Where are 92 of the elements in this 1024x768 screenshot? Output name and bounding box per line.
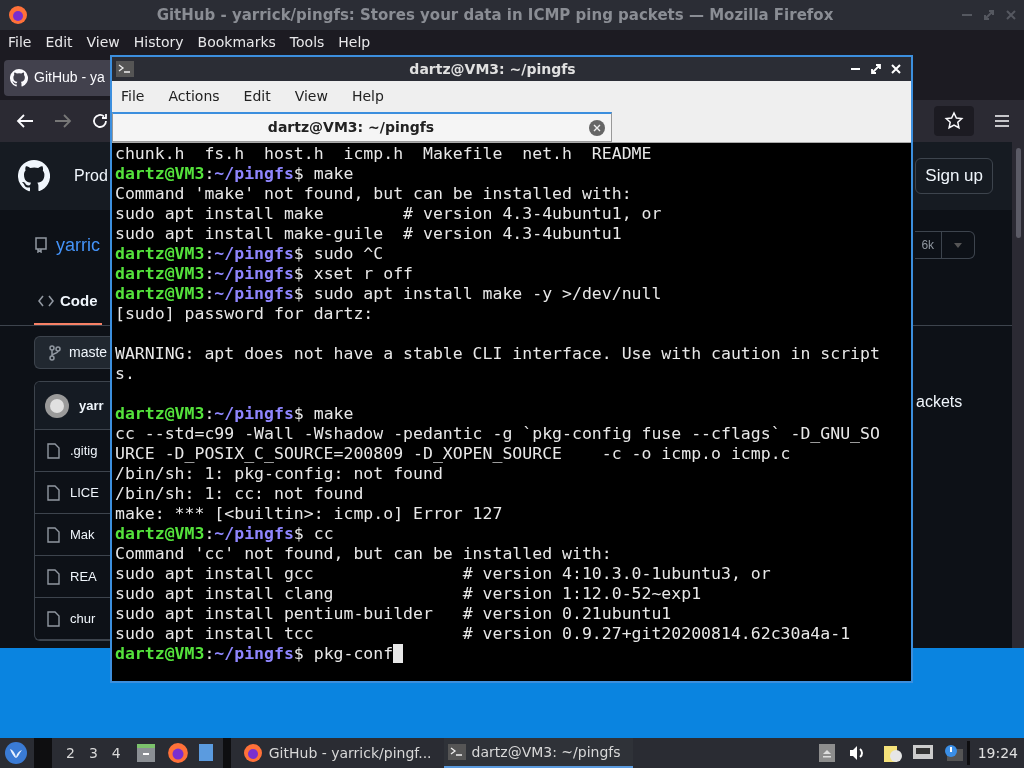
terminal-output-line: chunk.h fs.h host.h icmp.h Makefile net.h README bbox=[115, 144, 652, 163]
repo-description: ackets bbox=[916, 392, 963, 412]
scrollbar-thumb[interactable] bbox=[1016, 148, 1021, 238]
branch-icon bbox=[49, 344, 61, 361]
file-link[interactable]: .gitig bbox=[70, 440, 98, 461]
file-link[interactable]: LICE bbox=[70, 482, 99, 503]
network-icon[interactable] bbox=[912, 745, 933, 761]
file-link[interactable]: Mak bbox=[70, 524, 95, 545]
file-icon bbox=[47, 610, 60, 627]
panel-separator bbox=[222, 738, 231, 768]
nav-link[interactable]: Prod bbox=[74, 164, 108, 188]
eject-icon[interactable] bbox=[818, 744, 835, 762]
firefox-icon bbox=[8, 5, 28, 25]
menu-item[interactable]: Actions bbox=[168, 85, 220, 107]
prompt-line: dartz@VM3:~/pingfs$ sudo ^C bbox=[115, 244, 384, 263]
menu-icon[interactable] bbox=[994, 114, 1010, 128]
terminal-output-line: cc --std=c99 -Wall -Wshadow -pedantic -g `pkg-config fuse --cflags` -D_GNU_SO bbox=[115, 424, 880, 443]
file-icon bbox=[47, 484, 60, 501]
browser-tab[interactable]: GitHub - ya bbox=[4, 59, 110, 96]
file-icon bbox=[47, 526, 60, 543]
terminal-output-line: s. bbox=[115, 364, 135, 383]
menu-item[interactable]: File bbox=[8, 32, 32, 53]
terminal-output-line: [sudo] password for dartz: bbox=[115, 304, 374, 323]
window-title: GitHub - yarrick/pingfs: Stores your data in ICMP ping packets — Mozilla Firefox bbox=[155, 4, 835, 26]
repo-icon bbox=[34, 237, 48, 253]
terminal-output-line: sudo apt install clang # version 1:12.0-52~exp1 bbox=[115, 584, 702, 603]
workspace-button[interactable]: 2 bbox=[66, 742, 75, 764]
firefox-icon bbox=[242, 743, 263, 763]
terminal-output-line: sudo apt install tcc # version 0.9.27+git20200814.62c30a4a-1 bbox=[115, 624, 851, 643]
reload-icon[interactable] bbox=[90, 111, 110, 131]
prompt-line: dartz@VM3:~/pingfs$ cc bbox=[115, 524, 334, 543]
terminal-output-line: /bin/sh: 1: cc: not found bbox=[115, 484, 364, 503]
menu-item[interactable]: View bbox=[86, 32, 120, 53]
file-link[interactable]: chur bbox=[70, 608, 96, 629]
terminal-output-line: WARNING: apt does not have a stable CLI interface. Use with caution in script bbox=[115, 344, 880, 363]
terminal-tab[interactable]: dartz@VM3: ~/pingfs bbox=[112, 112, 612, 142]
panel-separator bbox=[34, 738, 52, 768]
menu-item[interactable]: File bbox=[121, 85, 145, 107]
menu-item[interactable]: Edit bbox=[45, 32, 73, 53]
terminal-output-line: Command 'cc' not found, but can be installed with: bbox=[115, 544, 612, 563]
taskbar-task[interactable]: dartz@VM3: ~/pingfs bbox=[443, 738, 633, 768]
terminal-icon bbox=[116, 61, 134, 77]
terminal-output-line: URCE -D_POSIX_C_SOURCE=200809 -D_XOPEN_SOURCE -c -o icmp.o icmp.c bbox=[115, 444, 791, 463]
star-count: 6k bbox=[920, 237, 936, 254]
notification-icon[interactable] bbox=[942, 744, 963, 762]
workspace-button[interactable]: 4 bbox=[111, 742, 121, 764]
caret-icon[interactable] bbox=[953, 242, 962, 248]
workspace-button[interactable]: 3 bbox=[88, 742, 98, 764]
file-icon bbox=[47, 568, 60, 585]
github-logo-icon[interactable] bbox=[18, 160, 50, 192]
terminal-icon bbox=[447, 744, 466, 760]
branch-button[interactable]: maste bbox=[34, 336, 110, 369]
sign-up-button[interactable]: Sign up bbox=[915, 158, 993, 194]
prompt-line: dartz@VM3:~/pingfs$ make bbox=[115, 404, 354, 423]
menu-item[interactable]: Help bbox=[351, 85, 384, 107]
terminal-output-line: sudo apt install pentium-builder # version 0.21ubuntu1 bbox=[115, 604, 672, 623]
menu-item[interactable]: Tools bbox=[289, 32, 325, 53]
window-title: dartz@VM3: ~/pingfs bbox=[408, 59, 577, 79]
file-manager-icon[interactable] bbox=[134, 742, 157, 764]
menu-item[interactable]: Edit bbox=[243, 85, 271, 107]
repo-owner-link[interactable]: yarric bbox=[56, 231, 100, 259]
file-icon bbox=[47, 442, 60, 459]
tab-title: GitHub - ya bbox=[34, 68, 105, 87]
firefox-icon[interactable] bbox=[166, 742, 189, 764]
star-count-button[interactable]: 6k bbox=[915, 231, 975, 259]
prompt-line: dartz@VM3:~/pingfs$ pkg-conf bbox=[115, 644, 394, 663]
github-icon bbox=[10, 68, 28, 87]
menu-item[interactable]: Bookmarks bbox=[197, 32, 276, 53]
terminal-output-line: /bin/sh: 1: pkg-config: not found bbox=[115, 464, 443, 483]
terminal-output-line: sudo apt install make-guile # version 4.3-4ubuntu1 bbox=[115, 224, 622, 243]
star-icon[interactable] bbox=[944, 111, 964, 131]
prompt-line: dartz@VM3:~/pingfs$ make bbox=[115, 164, 354, 183]
terminal-output-line: sudo apt install make # version 4.3-4ubuntu1, or bbox=[115, 204, 662, 223]
window-icon[interactable] bbox=[198, 744, 215, 762]
taskbar-task[interactable]: GitHub - yarrick/pingf... bbox=[238, 738, 444, 768]
prompt-line: dartz@VM3:~/pingfs$ sudo apt install make -y >/dev/null bbox=[115, 284, 662, 303]
prompt-line: dartz@VM3:~/pingfs$ xset r off bbox=[115, 264, 414, 283]
terminal-output-line: Command 'make' not found, but can be installed with: bbox=[115, 184, 632, 203]
terminal-output-line: sudo apt install gcc # version 4:10.3.0-1ubuntu3, or bbox=[115, 564, 771, 583]
menu-item[interactable]: View bbox=[294, 85, 328, 107]
commit-author[interactable]: yarr bbox=[79, 395, 104, 416]
terminal-output-line: make: *** [<builtin>: icmp.o] Error 127 bbox=[115, 504, 503, 523]
menu-item[interactable]: Help bbox=[338, 32, 371, 53]
clipboard-icon[interactable] bbox=[882, 743, 903, 763]
repo-tab[interactable]: Code bbox=[34, 279, 102, 325]
clock[interactable]: 19:24 bbox=[977, 742, 1018, 764]
speaker-icon[interactable] bbox=[848, 745, 865, 761]
file-link[interactable]: REA bbox=[70, 566, 97, 587]
avatar-icon bbox=[45, 393, 69, 418]
menu-item[interactable]: History bbox=[133, 32, 184, 53]
code-icon bbox=[38, 295, 54, 307]
start-menu-icon[interactable] bbox=[4, 741, 28, 765]
